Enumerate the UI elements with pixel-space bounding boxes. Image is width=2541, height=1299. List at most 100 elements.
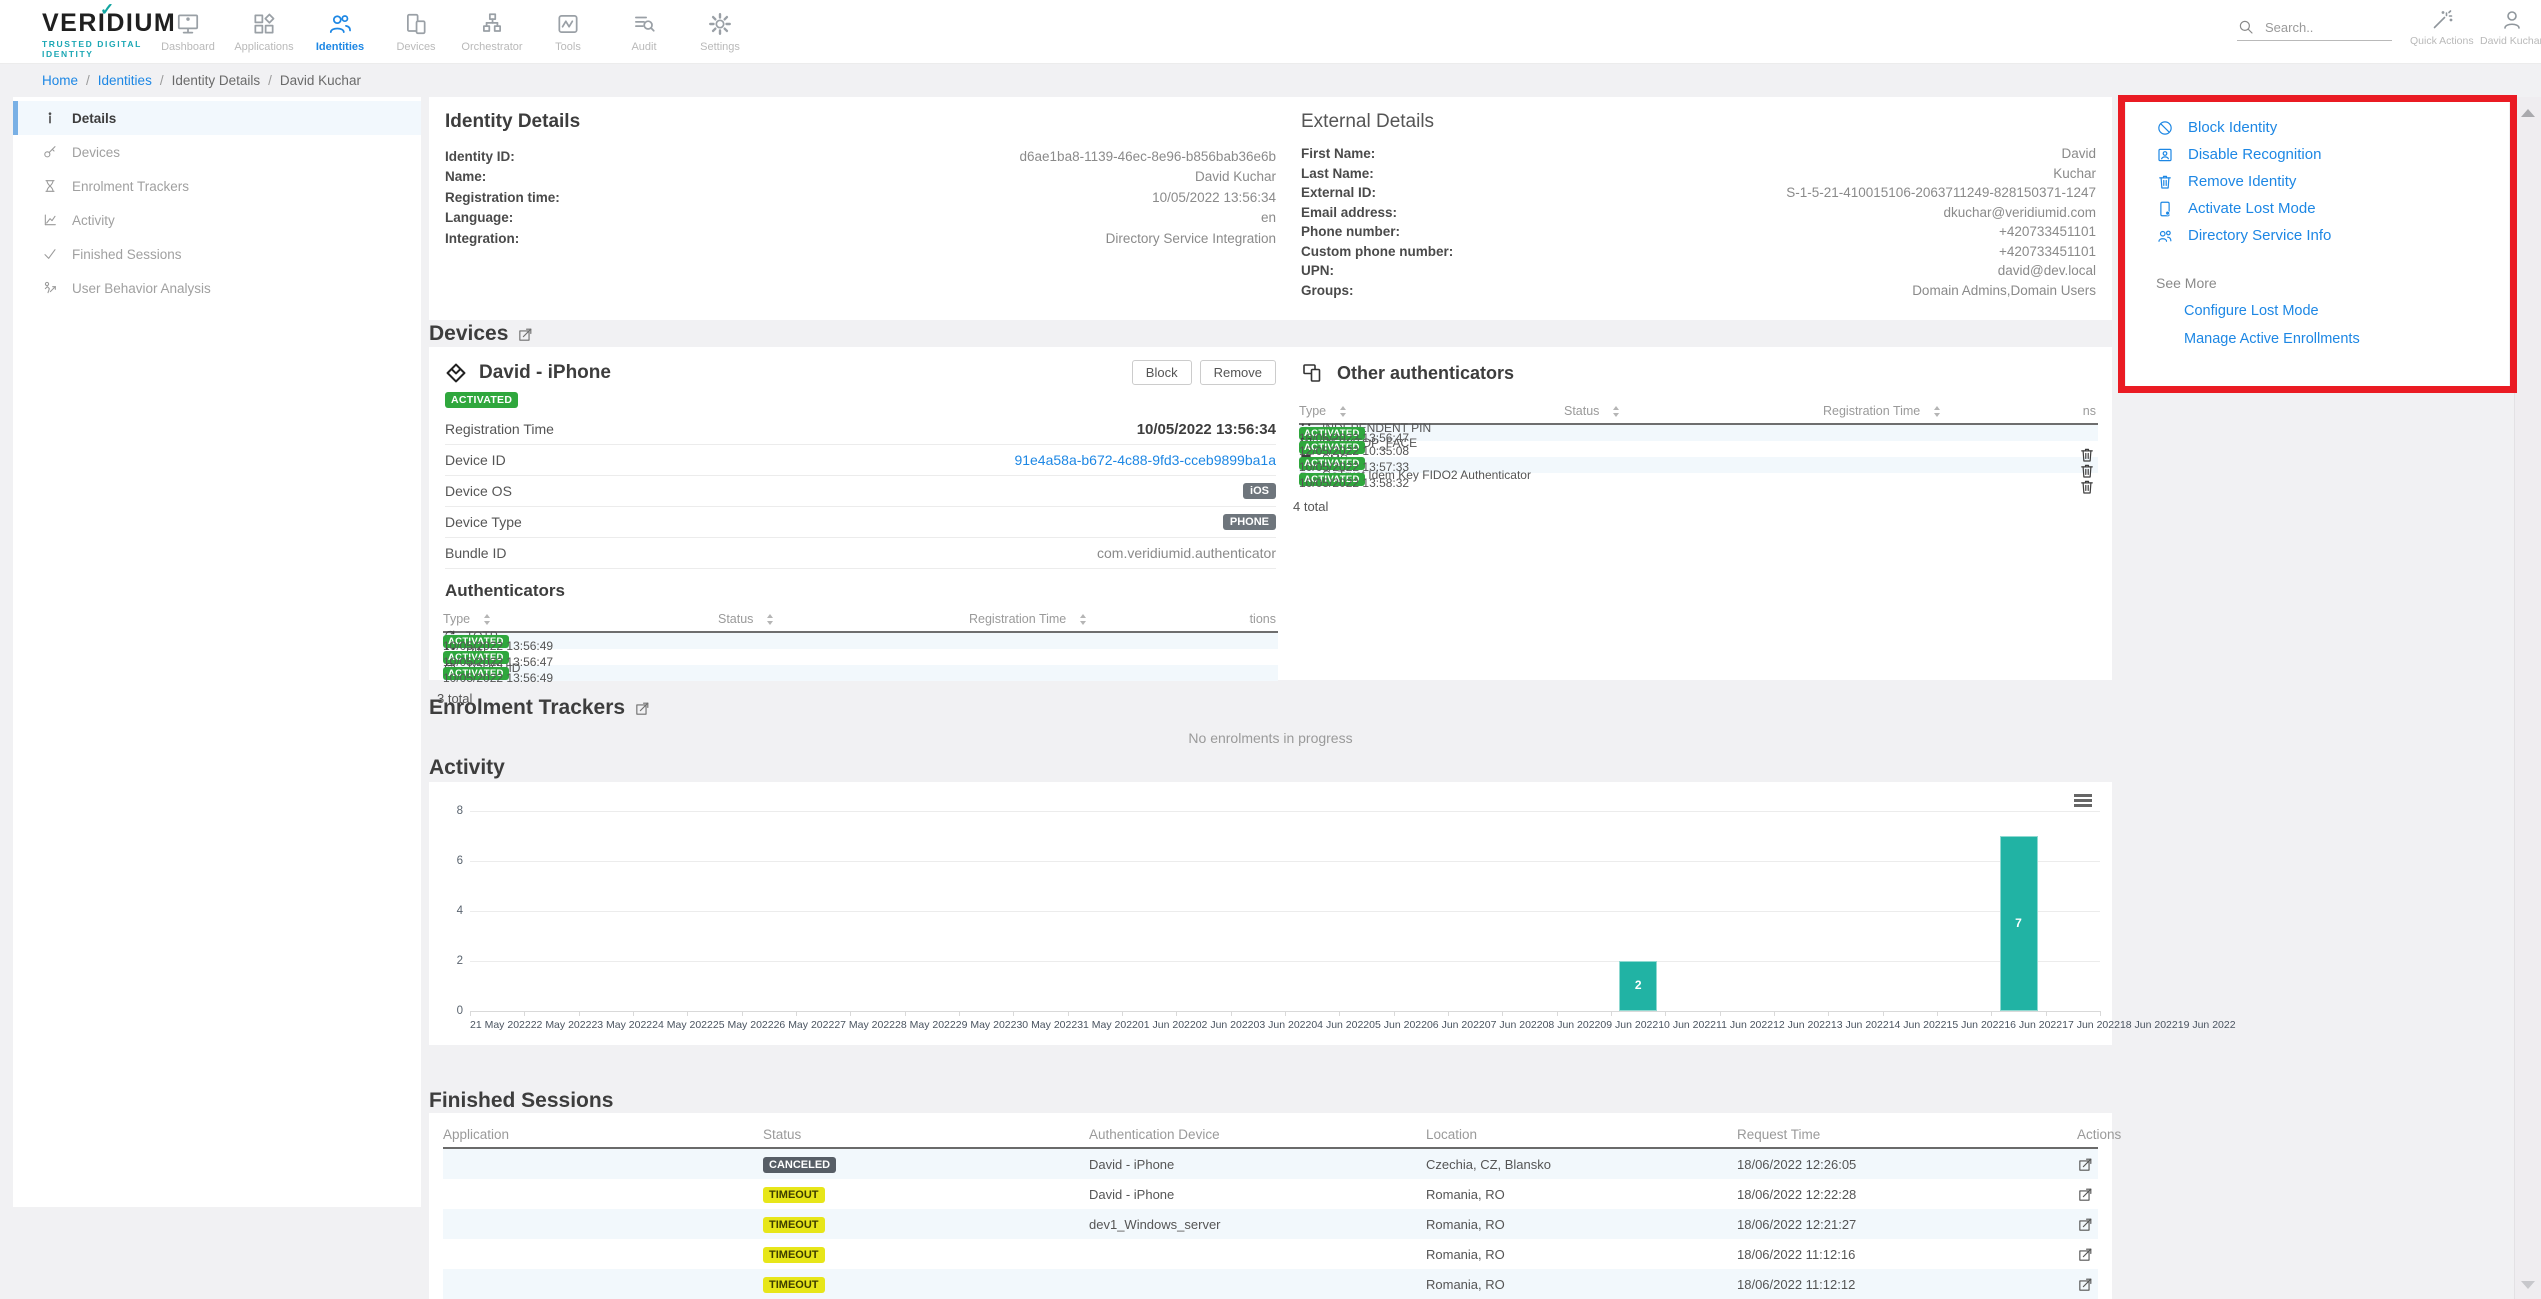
action-activate-lost-mode[interactable]: Activate Lost Mode xyxy=(2156,200,2509,217)
session-row: TIMEOUT dev1_Windows_server Romania, RO … xyxy=(443,1209,2098,1239)
sidebar-item-details[interactable]: Details xyxy=(13,101,421,135)
identity-details-card: Identity Details Identity ID: d6ae1ba8-1… xyxy=(429,97,1292,320)
chart-ytick: 2 xyxy=(433,955,463,967)
chart-xtick xyxy=(2046,1011,2047,1016)
nav-item-settings[interactable]: Settings xyxy=(682,0,758,63)
nav-item-label: Orchestrator xyxy=(461,41,522,53)
link-configure-lost-mode[interactable]: Configure Lost Mode xyxy=(2184,303,2509,319)
fs-column-status: Status xyxy=(763,1127,1089,1142)
chart-xtick xyxy=(1285,1011,1286,1016)
column-header-status[interactable]: Status xyxy=(718,612,969,626)
nav-item-label: Settings xyxy=(700,41,740,53)
breadcrumb-separator: / xyxy=(160,73,164,88)
quick-actions-button[interactable]: Quick Actions xyxy=(2410,8,2474,47)
nav-item-orchestrator[interactable]: Orchestrator xyxy=(454,0,530,63)
chart-category-label: 01 Jun 2022 xyxy=(1138,1019,1196,1031)
sidebar-item-finished-sessions[interactable]: Finished Sessions xyxy=(13,237,421,271)
chart-ytick: 8 xyxy=(433,805,463,817)
device-detail-row: Device OSiOS xyxy=(445,476,1276,507)
action-block-identity[interactable]: Block Identity xyxy=(2156,119,2509,136)
nav-item-label: Applications xyxy=(234,41,293,53)
detail-value: S-1-5-21-410015106-2063711249-828150371-… xyxy=(1786,185,2096,200)
column-header-type[interactable]: Type xyxy=(443,612,718,626)
nav-item-dashboard[interactable]: Dashboard xyxy=(150,0,226,63)
search-input[interactable] xyxy=(2263,19,2377,36)
chart-category-label: 07 Jun 2022 xyxy=(1485,1019,1543,1031)
sidebar-item-devices[interactable]: Devices xyxy=(13,135,421,169)
recognition-icon xyxy=(2156,146,2174,164)
scrollbar-down-icon[interactable] xyxy=(2521,1281,2535,1289)
other-authenticators-title: Other authenticators xyxy=(1337,363,2096,384)
open-session-button[interactable] xyxy=(2077,1156,2094,1173)
user-menu-label: David Kuchar xyxy=(2480,35,2541,47)
chart-category-label: 14 Jun 2022 xyxy=(1889,1019,1947,1031)
detail-row: Registration time: 10/05/2022 13:56:34 xyxy=(445,187,1276,208)
nav-item-identities[interactable]: Identities xyxy=(302,0,378,63)
settings-icon xyxy=(707,11,733,37)
column-header-registration-time[interactable]: Registration Time xyxy=(1823,404,2083,418)
session-location: Romania, RO xyxy=(1426,1187,1737,1202)
breadcrumb-identities[interactable]: Identities xyxy=(98,73,152,88)
device-value-badge: iOS xyxy=(1243,483,1276,499)
chart-xtick xyxy=(1231,1011,1232,1016)
detail-value: +420733451101 xyxy=(1999,224,2096,239)
open-session-button[interactable] xyxy=(2077,1216,2094,1233)
action-directory-service-info[interactable]: Directory Service Info xyxy=(2156,227,2509,244)
page-scrollbar[interactable] xyxy=(2514,97,2541,1299)
other-authenticators-card: Other authenticators Type Status Registr… xyxy=(1285,347,2112,680)
block-device-button[interactable]: Block xyxy=(1132,360,1192,385)
tools-icon xyxy=(555,11,581,37)
device-card: David - iPhone Block Remove ACTIVATED Re… xyxy=(429,347,1292,680)
sidebar-item-enrolment-trackers[interactable]: Enrolment Trackers xyxy=(13,169,421,203)
details-sidebar: Details Devices Enrolment Trackers Activ… xyxy=(13,97,421,1207)
sidebar-item-user-behavior-analysis[interactable]: User Behavior Analysis xyxy=(13,271,421,305)
action-disable-recognition[interactable]: Disable Recognition xyxy=(2156,146,2509,163)
chart-category-label: 30 May 2022 xyxy=(1016,1019,1077,1031)
device-detail-row: Registration Time10/05/2022 13:56:34 xyxy=(445,414,1276,445)
breadcrumb-home[interactable]: Home xyxy=(42,73,78,88)
detail-value: Directory Service Integration xyxy=(1106,231,1276,246)
user-menu-button[interactable]: David Kuchar xyxy=(2480,8,2541,47)
session-device: dev1_Windows_server xyxy=(1089,1217,1426,1232)
chart-category-label: 25 May 2022 xyxy=(713,1019,774,1031)
device-detail-label: Device Type xyxy=(445,514,522,530)
chart-menu-icon[interactable] xyxy=(2074,794,2092,809)
action-remove-identity[interactable]: Remove Identity xyxy=(2156,173,2509,190)
column-header-registration-time[interactable]: Registration Time xyxy=(969,612,1249,626)
open-session-button[interactable] xyxy=(2077,1246,2094,1263)
action-label: Disable Recognition xyxy=(2188,146,2321,163)
detail-label: Integration: xyxy=(445,231,519,246)
detail-row: UPN: david@dev.local xyxy=(1301,261,2096,281)
fs-column-actions: Actions xyxy=(2077,1127,2125,1142)
open-session-button[interactable] xyxy=(2077,1186,2094,1203)
behavior-icon xyxy=(42,280,58,296)
scrollbar-up-icon[interactable] xyxy=(2521,109,2535,117)
sidebar-item-activity[interactable]: Activity xyxy=(13,203,421,237)
chart-xtick xyxy=(2100,1011,2101,1016)
session-time: 18/06/2022 11:12:16 xyxy=(1737,1247,2077,1262)
chart-xtick xyxy=(1720,1011,1721,1016)
chart-xtick xyxy=(579,1011,580,1016)
sort-icon xyxy=(767,614,774,625)
remove-device-button[interactable]: Remove xyxy=(1200,360,1276,385)
sort-icon xyxy=(1340,406,1347,417)
quick-actions-label: Quick Actions xyxy=(2410,35,2474,47)
nav-item-audit[interactable]: Audit xyxy=(606,0,682,63)
nav-item-devices[interactable]: Devices xyxy=(378,0,454,63)
nav-item-applications[interactable]: Applications xyxy=(226,0,302,63)
applications-icon xyxy=(251,11,277,37)
open-session-button[interactable] xyxy=(2077,1276,2094,1293)
dual-device-icon xyxy=(1301,361,1325,385)
session-location: Romania, RO xyxy=(1426,1247,1737,1262)
nav-item-tools[interactable]: Tools xyxy=(530,0,606,63)
chart-xtick xyxy=(742,1011,743,1016)
session-status-badge: CANCELED xyxy=(763,1157,836,1173)
column-header-status[interactable]: Status xyxy=(1564,404,1823,418)
link-manage-active-enrollments[interactable]: Manage Active Enrollments xyxy=(2184,331,2509,347)
action-label: Activate Lost Mode xyxy=(2188,200,2316,217)
column-header-type[interactable]: Type xyxy=(1299,404,1564,418)
chart-category-label: 29 May 2022 xyxy=(956,1019,1017,1031)
chart-xtick xyxy=(1339,1011,1340,1016)
device-value-link[interactable]: 91e4a58a-b672-4c88-9fd3-cceb9899ba1a xyxy=(1014,452,1276,468)
delete-authenticator-button[interactable] xyxy=(2078,478,2096,496)
